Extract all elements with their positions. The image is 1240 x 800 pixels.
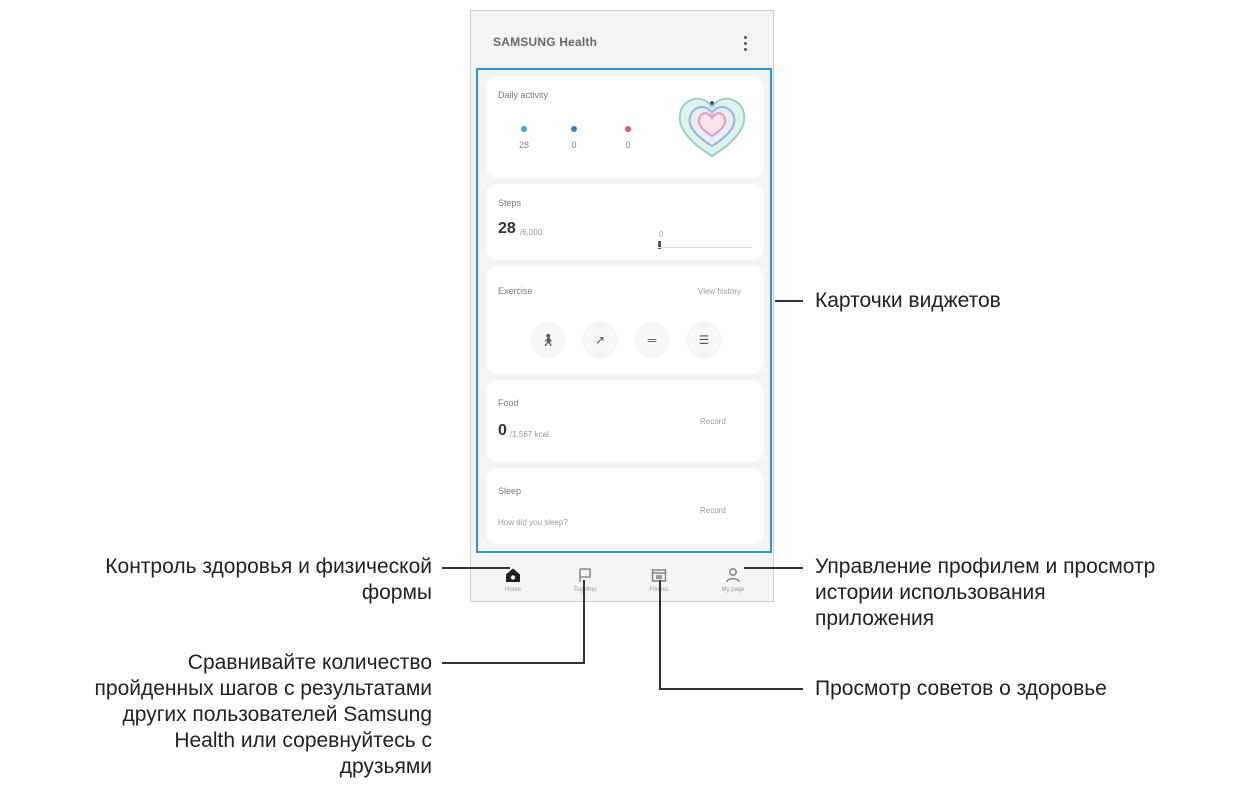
activity-heart-icon <box>676 94 748 160</box>
together-annotation: Сравнивайте количество пройденных шагов … <box>0 650 432 780</box>
home-annotation: Контроль здоровья и физической формы <box>10 554 432 606</box>
widgets-callout-line <box>775 300 803 302</box>
together-annotation-line: других пользователей Samsung <box>122 703 433 726</box>
more-options-icon[interactable] <box>743 36 749 52</box>
together-callout-line-horizontal <box>442 662 585 664</box>
widgets-annotation: Карточки виджетов <box>815 289 1001 312</box>
food-count: 0 <box>498 422 507 439</box>
together-annotation-line: друзьями <box>339 755 432 778</box>
phone-screen: SAMSUNG Health Daily activity 28 0 0 Ste… <box>470 10 774 602</box>
running-icon[interactable]: ↗ <box>582 322 618 358</box>
profile-icon <box>726 568 740 583</box>
sleep-card[interactable]: Sleep How did you sleep? Record <box>486 468 764 544</box>
profile-annotation-line: Управление профилем и просмотр <box>815 555 1156 578</box>
profile-annotation-line: истории использования <box>815 581 1046 604</box>
nav-my-page[interactable]: My page <box>703 555 763 601</box>
sleep-prompt: How did you sleep? <box>498 518 568 527</box>
app-header: SAMSUNG Health <box>471 11 773 67</box>
sleep-record-button[interactable]: Record <box>700 506 726 515</box>
activity-value: 0 <box>625 140 631 150</box>
list-icon[interactable]: ☰ <box>686 322 722 358</box>
home-callout-line <box>442 567 510 569</box>
walking-icon[interactable]: 🚶︎ <box>530 322 566 358</box>
profile-callout-line <box>744 567 803 569</box>
food-record-button[interactable]: Record <box>700 417 726 426</box>
nav-home[interactable]: Home <box>483 555 543 601</box>
activity-value: 28 <box>518 140 529 150</box>
flame-icon <box>571 126 577 132</box>
walk-icon <box>521 126 527 132</box>
fitness-annotation: Просмотр советов о здоровье <box>815 677 1107 700</box>
together-annotation-line: Сравнивайте количество <box>187 651 432 674</box>
home-icon <box>506 568 520 582</box>
steps-progress-track <box>658 247 752 248</box>
steps-goal-unit: /6,000 <box>520 228 543 237</box>
fitness-callout-line-vertical <box>659 580 661 690</box>
activity-value: 0 <box>571 140 577 150</box>
view-history-link[interactable]: View history <box>698 287 741 296</box>
activity-flame: 0 <box>564 126 584 150</box>
food-title: Food <box>498 398 519 408</box>
widget-cards-highlight: Daily activity 28 0 0 Steps 28 /6,000 0 … <box>476 68 772 553</box>
steps-count: 28 <box>498 220 516 237</box>
bottom-navigation: Home Together Fitness My page <box>471 555 773 601</box>
profile-annotation: Управление профилем и просмотр истории и… <box>815 554 1235 632</box>
treadmill-icon[interactable]: ═ <box>634 322 670 358</box>
daily-activity-card[interactable]: Daily activity 28 0 0 <box>486 76 764 178</box>
flag-icon <box>579 568 591 582</box>
together-annotation-line: Health или соревнуйтесь с <box>174 729 432 752</box>
daily-activity-title: Daily activity <box>498 90 549 100</box>
home-annotation-line: формы <box>361 581 432 604</box>
together-callout-line-vertical <box>583 580 585 664</box>
activity-heart: 0 <box>618 126 638 150</box>
profile-annotation-line: приложения <box>815 607 935 630</box>
food-card[interactable]: Food 0 /1,567 kcal Record <box>486 380 764 462</box>
steps-progress-marker-label: 0 <box>659 230 664 239</box>
together-annotation-line: пройденных шагов с результатами <box>94 677 432 700</box>
home-annotation-line: Контроль здоровья и физической <box>105 555 432 578</box>
nav-home-label: Home <box>504 587 521 593</box>
nav-together-label: Together <box>555 587 615 593</box>
heart-rate-icon <box>625 126 631 132</box>
food-goal-unit: /1,567 kcal <box>510 430 549 439</box>
nav-together[interactable]: Together <box>555 555 615 601</box>
exercise-title: Exercise <box>498 286 533 296</box>
activity-walk: 28 <box>514 126 534 150</box>
nav-my-page-label: My page <box>721 587 745 593</box>
exercise-card[interactable]: Exercise View history 🚶︎ ↗ ═ ☰ <box>486 266 764 374</box>
steps-title: Steps <box>498 198 522 208</box>
app-title: SAMSUNG Health <box>493 35 598 49</box>
steps-card[interactable]: Steps 28 /6,000 0 <box>486 184 764 260</box>
sleep-title: Sleep <box>498 486 522 496</box>
fitness-callout-line-horizontal <box>659 688 803 690</box>
